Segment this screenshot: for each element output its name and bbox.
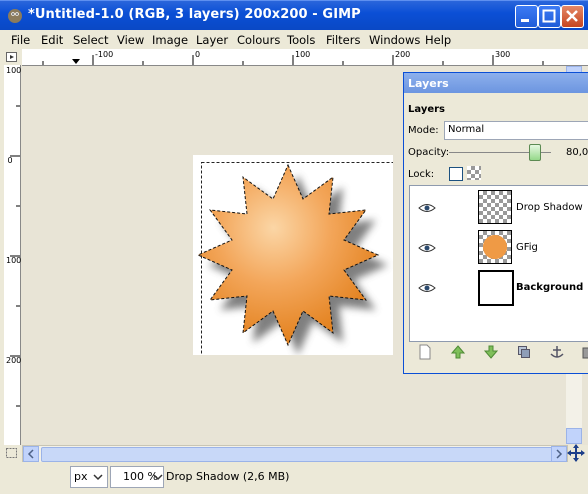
lock-label: Lock:: [408, 169, 435, 180]
layers-dialog-title: Layers: [408, 77, 449, 90]
delete-layer-icon[interactable]: [580, 344, 588, 360]
ruler-label-300: 300: [495, 50, 511, 59]
raise-layer-icon[interactable]: [450, 344, 466, 360]
menu-view[interactable]: View: [117, 33, 144, 47]
ruler-corner-button[interactable]: [4, 49, 20, 65]
unit-value: px: [74, 470, 88, 483]
menu-colours[interactable]: Colours: [237, 33, 280, 47]
mode-select[interactable]: Normal: [444, 121, 588, 140]
mode-value: Normal: [448, 124, 485, 135]
scroll-thumb[interactable]: [41, 447, 553, 462]
quickmask-toggle[interactable]: [4, 446, 20, 460]
layer-thumbnail-background[interactable]: [478, 270, 514, 306]
scroll-down-button[interactable]: [566, 428, 582, 444]
arrow-right-icon: [556, 449, 563, 459]
eye-icon[interactable]: [418, 242, 436, 254]
menu-help[interactable]: Help: [425, 33, 451, 47]
layer-thumbnail-gfig[interactable]: [478, 230, 512, 264]
chevron-down-icon: [93, 474, 103, 481]
menu-select[interactable]: Select: [73, 33, 108, 47]
eye-icon[interactable]: [418, 202, 436, 214]
window-title: *Untitled-1.0 (RGB, 3 layers) 200x200 - …: [28, 7, 361, 22]
layer-thumbnail-drop-shadow[interactable]: [478, 190, 512, 224]
chevron-down-icon: [153, 474, 163, 481]
maximize-button[interactable]: [538, 5, 561, 28]
star-thumbnail-icon: [483, 235, 507, 259]
ruler-label-0: 0: [195, 50, 201, 59]
ruler-label-minus100: -100: [95, 50, 114, 59]
quickmask-icon: [6, 448, 17, 458]
star-artwork: [196, 162, 402, 366]
new-layer-icon[interactable]: [417, 344, 433, 360]
scroll-right-button[interactable]: [551, 446, 567, 462]
layers-heading: Layers: [408, 104, 445, 115]
zoom-select[interactable]: 100 %: [110, 466, 164, 488]
anchor-layer-icon[interactable]: [549, 344, 565, 360]
close-icon: [566, 10, 578, 22]
vruler-label-200: 200: [6, 356, 22, 365]
menu-edit[interactable]: Edit: [41, 33, 63, 47]
navigate-button[interactable]: [566, 444, 586, 462]
vruler-label-100-top: 100: [6, 66, 22, 75]
menu-tools[interactable]: Tools: [287, 33, 315, 47]
opacity-label: Opacity:: [408, 147, 450, 158]
vruler-label-100: 100: [6, 256, 22, 265]
layers-dialog-titlebar[interactable]: Layers: [404, 73, 588, 93]
arrow-left-icon: [27, 449, 34, 459]
vertical-ruler-ticks: [10, 105, 20, 407]
menu-image[interactable]: Image: [152, 33, 188, 47]
maximize-icon: [542, 9, 556, 23]
unit-select[interactable]: px: [70, 466, 108, 488]
menu-layer[interactable]: Layer: [196, 33, 228, 47]
star-shape: [196, 163, 380, 347]
navigate-icon: [567, 444, 585, 462]
lower-layer-icon[interactable]: [483, 344, 499, 360]
vertical-ruler[interactable]: [4, 65, 21, 445]
menu-arrow-icon: [6, 52, 17, 62]
opacity-value[interactable]: 80,0: [566, 147, 588, 158]
eye-icon[interactable]: [418, 282, 436, 294]
layer-name[interactable]: Drop Shadow: [516, 202, 583, 213]
horizontal-scrollbar[interactable]: [22, 445, 568, 463]
status-message: Drop Shadow (2,6 MB): [166, 470, 290, 483]
ruler-label-200: 200: [395, 50, 411, 59]
minimize-icon: [521, 19, 529, 22]
gimp-icon[interactable]: [6, 6, 24, 24]
lock-alpha-icon[interactable]: [467, 166, 481, 180]
layer-name[interactable]: Background: [516, 282, 583, 293]
vruler-label-0: 0: [7, 156, 13, 165]
duplicate-layer-icon[interactable]: [516, 344, 532, 360]
image-canvas[interactable]: [193, 155, 402, 366]
menu-filters[interactable]: Filters: [326, 33, 360, 47]
mode-label: Mode:: [408, 125, 439, 136]
menu-windows[interactable]: Windows: [369, 33, 420, 47]
lock-pixels-checkbox[interactable]: [449, 167, 463, 181]
ruler-label-100: 100: [295, 50, 311, 59]
scroll-left-button[interactable]: [23, 446, 39, 462]
close-button[interactable]: [561, 5, 584, 28]
layer-name[interactable]: GFig: [516, 242, 538, 253]
minimize-button[interactable]: [515, 5, 538, 28]
menu-file[interactable]: File: [11, 33, 30, 47]
opacity-slider-handle[interactable]: [529, 144, 541, 161]
